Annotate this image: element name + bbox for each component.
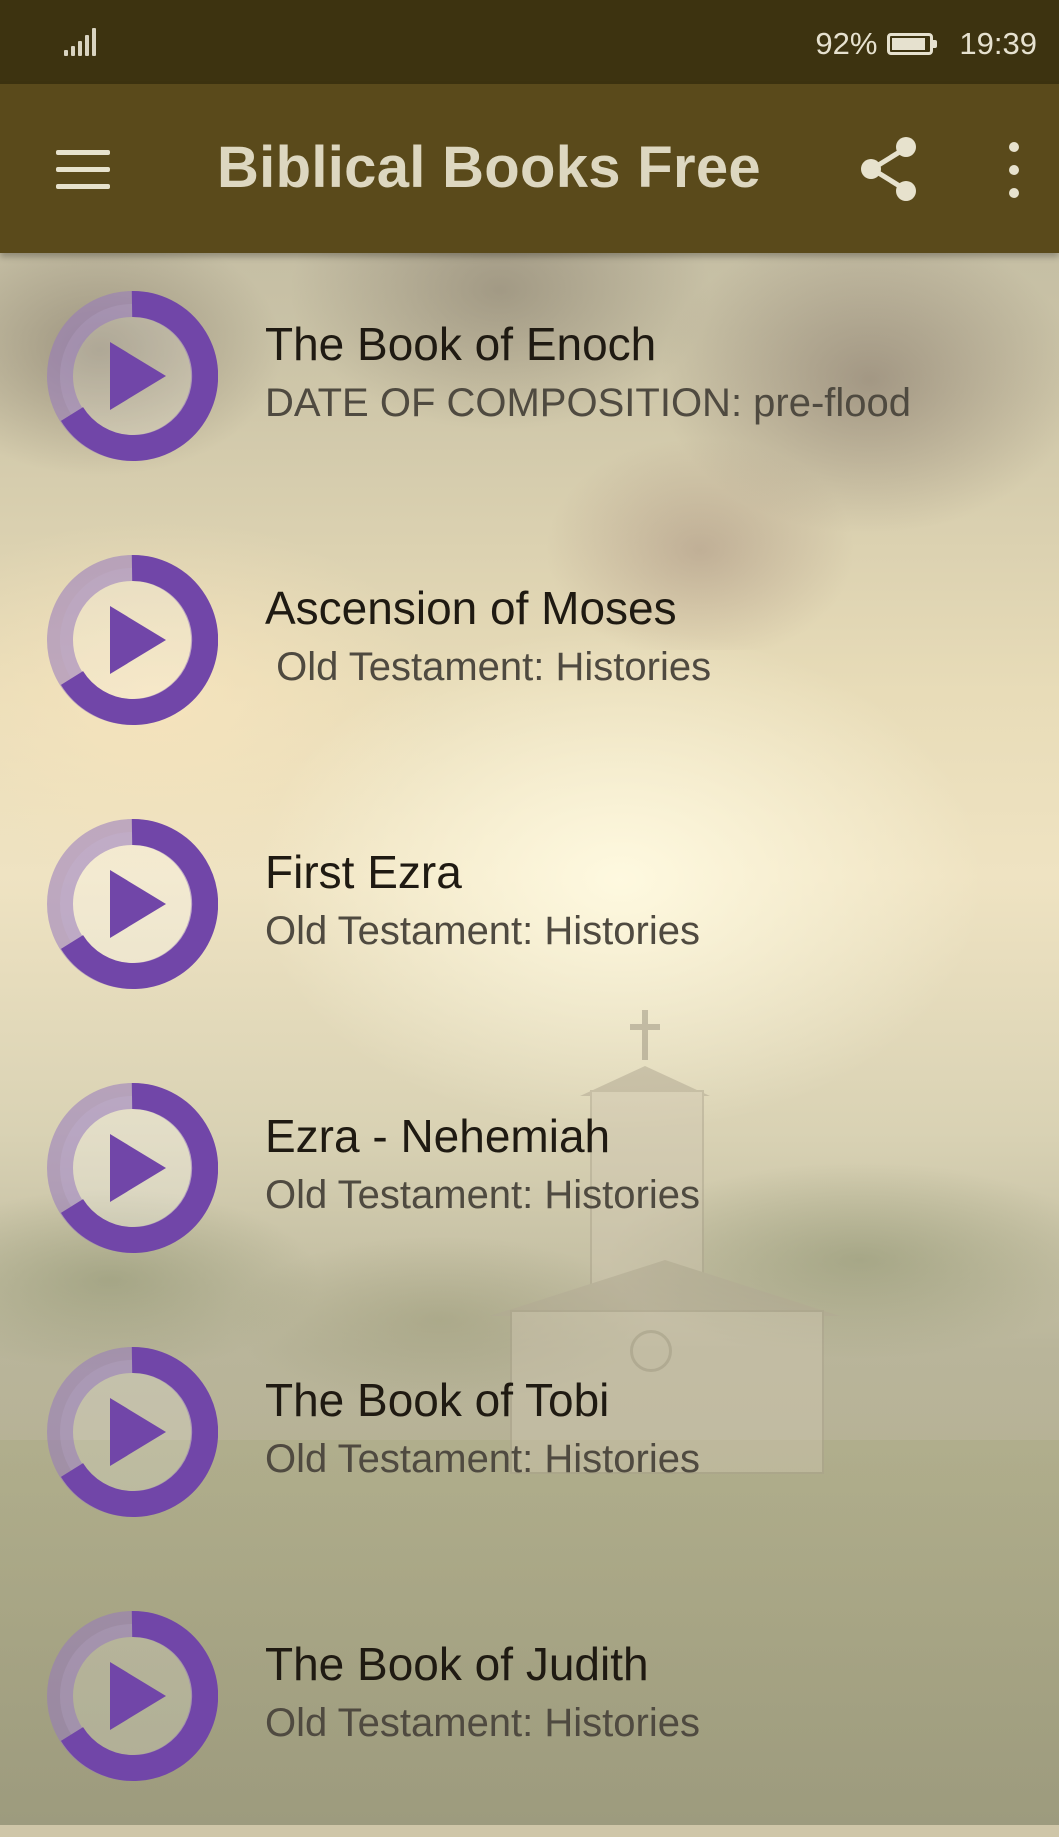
book-subtitle: Old Testament: Histories xyxy=(265,645,712,689)
book-title: The Book of Judith xyxy=(265,1638,649,1690)
book-subtitle: DATE OF COMPOSITION: pre-flood xyxy=(265,381,912,425)
play-circle-icon xyxy=(47,554,218,725)
book-subtitle: Old Testament: Histories xyxy=(265,909,700,953)
play-circle-icon xyxy=(47,290,218,461)
signal-icon xyxy=(64,28,100,56)
play-circle-icon xyxy=(47,818,218,989)
book-subtitle: Old Testament: Histories xyxy=(265,1173,700,1217)
book-title: Ascension of Moses xyxy=(265,582,677,634)
status-right-group: 92% 19:39 xyxy=(815,24,1037,64)
battery-percent: 92% xyxy=(815,26,878,61)
list-item[interactable]: The Book of Judith Old Testament: Histor… xyxy=(0,1573,1059,1837)
app-bar: Biblical Books Free xyxy=(0,84,1059,253)
book-title: First Ezra xyxy=(265,846,462,898)
book-subtitle: Old Testament: Histories xyxy=(265,1701,700,1745)
battery-icon xyxy=(887,33,938,55)
status-bar: 92% 19:39 xyxy=(0,0,1059,84)
menu-icon[interactable] xyxy=(52,146,114,192)
play-circle-icon xyxy=(47,1346,218,1517)
play-circle-icon xyxy=(47,1610,218,1781)
app-title: Biblical Books Free xyxy=(217,135,761,200)
list-item[interactable]: The Book of Enoch DATE OF COMPOSITION: p… xyxy=(0,253,1059,517)
status-time: 19:39 xyxy=(959,26,1037,61)
book-title: The Book of Tobi xyxy=(265,1374,610,1426)
list-item[interactable]: Ezra - Nehemiah Old Testament: Histories xyxy=(0,1045,1059,1309)
list-item[interactable]: Ascension of Moses Old Testament: Histor… xyxy=(0,517,1059,781)
book-title: Ezra - Nehemiah xyxy=(265,1110,611,1162)
share-icon[interactable] xyxy=(858,136,920,202)
more-vert-icon[interactable] xyxy=(994,140,1034,200)
book-title: The Book of Enoch xyxy=(265,318,657,370)
book-subtitle: Old Testament: Histories xyxy=(265,1437,700,1481)
list-item[interactable]: The Book of Tobi Old Testament: Historie… xyxy=(0,1309,1059,1573)
list-item[interactable]: First Ezra Old Testament: Histories xyxy=(0,781,1059,1045)
play-circle-icon xyxy=(47,1082,218,1253)
